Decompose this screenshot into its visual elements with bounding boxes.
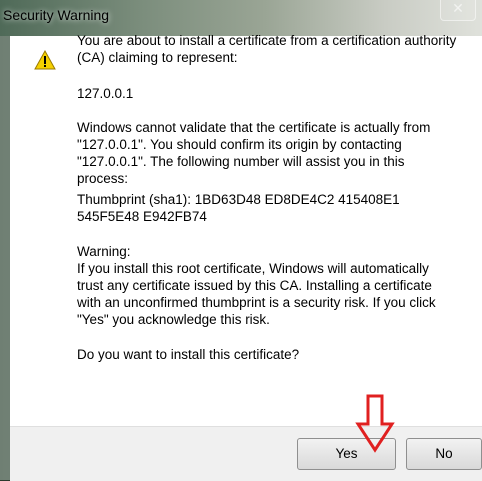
title-bar[interactable]: Security Warning ✕ [0,0,482,36]
question-text: Do you want to install this certificate? [77,347,300,362]
no-button[interactable]: No [406,438,482,470]
host-text: 127.0.0.1 [77,86,134,101]
warning-text: If you install this root certificate, Wi… [77,261,436,327]
warning-icon [34,50,56,70]
window-title: Security Warning [3,7,110,23]
security-warning-dialog: Security Warning ✕ You are about to inst… [0,0,482,481]
intro-text: You are about to install a certificate f… [77,33,457,65]
thumbprint-text: Thumbprint (sha1): 1BD63D48 ED8DE4C2 415… [77,192,400,224]
warning-heading: Warning: [77,244,131,259]
validation-text: Windows cannot validate that the certifi… [77,120,431,186]
red-down-arrow-icon [355,394,395,453]
close-button[interactable]: ✕ [440,0,476,21]
